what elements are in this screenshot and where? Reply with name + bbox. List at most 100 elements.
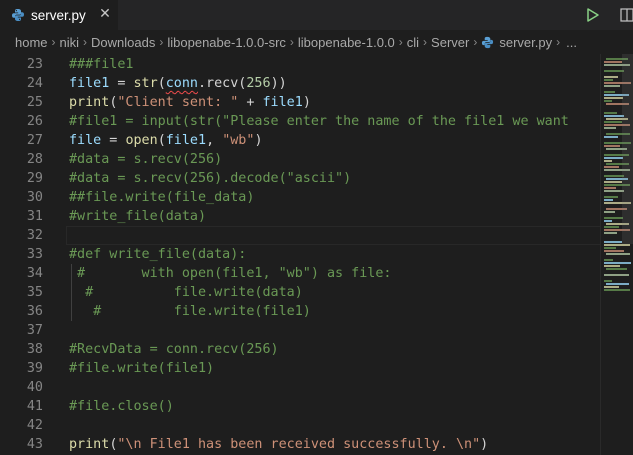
code-token: print <box>69 95 110 110</box>
code-line[interactable]: 32 <box>0 226 600 245</box>
code-line[interactable]: 37 <box>0 321 600 340</box>
code-line[interactable]: 39 #file.write(file1) <box>0 359 600 378</box>
code-token: #file.close() <box>69 399 174 414</box>
line-number: 28 <box>26 152 43 167</box>
code-text: #data = s.recv(256) <box>69 150 222 169</box>
code-text: print("\n File1 has been received succes… <box>69 435 488 454</box>
code-token: ##file.write(file_data) <box>69 190 255 205</box>
minimap-line <box>604 115 624 117</box>
minimap-line <box>604 166 619 168</box>
code-text: ##file.write(file_data) <box>69 188 254 207</box>
chevron-right-icon: › <box>473 35 478 49</box>
python-file-icon <box>481 36 494 49</box>
tab-server-py[interactable]: server.py ✕ <box>0 0 118 30</box>
breadcrumb-more[interactable]: ... <box>566 35 577 50</box>
minimap-line <box>604 211 615 213</box>
code-token: #data = s.recv(256).decode("ascii") <box>69 171 352 186</box>
code-line[interactable]: 29 #data = s.recv(256).decode("ascii") <box>0 169 600 188</box>
run-icon[interactable] <box>586 7 600 23</box>
code-token: + <box>238 95 263 110</box>
code-line[interactable]: 34 # with open(file1, "wb") as file: <box>0 264 600 283</box>
line-number: 35 <box>26 285 43 300</box>
line-number: 41 <box>26 399 43 414</box>
line-number: 32 <box>26 228 43 243</box>
code-editor[interactable]: 23 ###file1 24 file1 = str(conn.recv(256)) 2… <box>0 54 600 455</box>
chevron-right-icon: › <box>556 35 561 49</box>
close-icon[interactable]: ✕ <box>98 7 112 21</box>
code-token: ) <box>302 95 311 110</box>
breadcrumb-item-niki[interactable]: niki <box>60 35 80 50</box>
breadcrumb-item-cli[interactable]: cli <box>407 35 419 50</box>
line-number: 33 <box>26 247 43 262</box>
breadcrumb-item-home[interactable]: home <box>15 35 48 50</box>
code-line[interactable]: 27 file = open(file1, "wb") <box>0 131 600 150</box>
current-line-highlight <box>66 226 600 245</box>
code-text: ###file1 <box>69 55 134 74</box>
split-editor-icon[interactable] <box>620 7 633 23</box>
minimap-line <box>606 253 630 255</box>
minimap-line <box>604 157 623 159</box>
minimap-line <box>604 136 618 138</box>
code-line[interactable]: 35 # file.write(data) <box>0 283 600 302</box>
python-file-icon <box>11 8 25 22</box>
minimap-line <box>604 241 622 243</box>
breadcrumb-item-downloads[interactable]: Downloads <box>91 35 155 50</box>
minimap-line <box>604 190 624 192</box>
minimap-line <box>604 220 612 222</box>
code-token: file <box>69 133 102 148</box>
minimap-slider[interactable] <box>622 54 633 244</box>
code-token: 256 <box>246 76 271 91</box>
code-token: file1 <box>165 133 207 148</box>
minimap-line <box>604 274 629 276</box>
tab-bar: server.py ✕ <box>0 0 633 30</box>
code-line[interactable]: 28 #data = s.recv(256) <box>0 150 600 169</box>
minimap-line <box>604 262 631 264</box>
code-line[interactable]: 43 print("\n File1 has been received succ… <box>0 435 600 454</box>
code-line[interactable]: 23 ###file1 <box>0 55 600 74</box>
code-line[interactable]: 26 #file1 = input(str("Please enter the n… <box>0 112 600 131</box>
code-token: , <box>206 133 223 148</box>
code-text: #RecvData = conn.recv(256) <box>69 340 279 359</box>
minimap-line <box>604 91 615 93</box>
breadcrumb-item-libopenabe[interactable]: libopenabe-1.0.0 <box>298 35 395 50</box>
code-line[interactable]: 31 #write_file(data) <box>0 207 600 226</box>
code-line[interactable]: 41 #file.close() <box>0 397 600 416</box>
line-number: 31 <box>26 209 43 224</box>
breadcrumb-item-file[interactable]: server.py <box>481 35 552 50</box>
code-line[interactable]: 36 # file.write(file1) <box>0 302 600 321</box>
breadcrumb-file-label: server.py <box>499 34 553 50</box>
code-line[interactable]: 42 <box>0 416 600 435</box>
minimap-line <box>604 127 616 129</box>
line-number: 42 <box>26 418 43 433</box>
breadcrumb: home › niki › Downloads › libopenabe-1.0… <box>0 30 633 54</box>
code-token: = <box>109 76 134 91</box>
code-line[interactable]: 33 #def write_file(data): <box>0 245 600 264</box>
code-line[interactable]: 38 #RecvData = conn.recv(256) <box>0 340 600 359</box>
minimap-line <box>604 160 612 162</box>
code-token: file1 <box>262 95 303 110</box>
code-token: # with open(file1, "wb") as file: <box>69 266 392 281</box>
code-token: .recv( <box>198 76 247 91</box>
code-token: #write_file(data) <box>69 209 207 224</box>
line-number: 30 <box>26 190 43 205</box>
code-line[interactable]: 24 file1 = str(conn.recv(256)) <box>0 74 600 93</box>
code-text: # file.write(file1) <box>69 302 311 321</box>
code-text: print("Client sent: " + file1) <box>69 93 311 112</box>
code-line[interactable]: 40 <box>0 378 600 397</box>
code-token: = <box>101 133 126 148</box>
code-line[interactable]: 30 ##file.write(file_data) <box>0 188 600 207</box>
code-token: # file.write(data) <box>69 285 303 300</box>
code-token: "\n File1 has been received successfully… <box>117 437 481 452</box>
breadcrumb-item-libopenabe-src[interactable]: libopenabe-1.0.0-src <box>167 35 286 50</box>
chevron-right-icon: › <box>83 35 88 49</box>
chevron-right-icon: › <box>289 35 294 49</box>
code-line[interactable]: 25 print("Client sent: " + file1) <box>0 93 600 112</box>
code-token: ###file1 <box>69 57 134 72</box>
code-text: #write_file(data) <box>69 207 206 226</box>
code-token: "wb" <box>222 133 255 148</box>
minimap-line <box>604 187 616 189</box>
minimap-line <box>604 145 620 147</box>
breadcrumb-item-server[interactable]: Server <box>431 35 469 50</box>
minimap-line <box>604 217 623 219</box>
code-token: str <box>133 76 158 91</box>
